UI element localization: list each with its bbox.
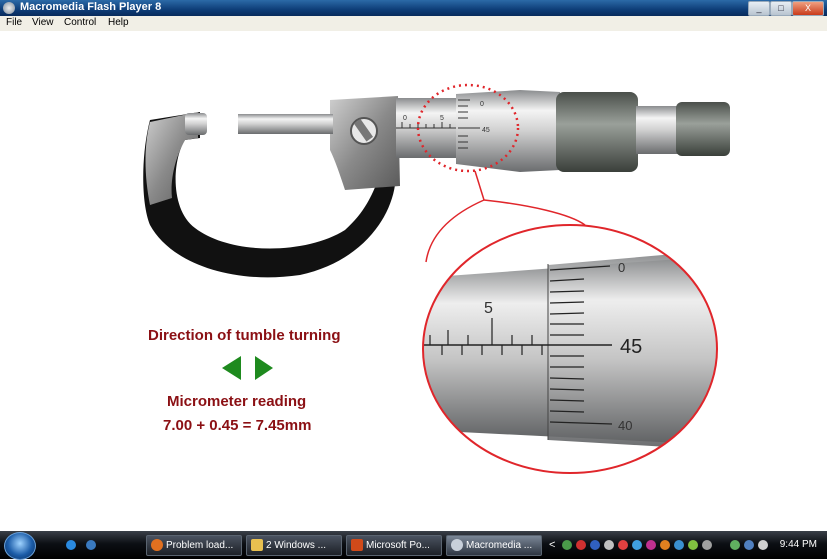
menu-help[interactable]: Help xyxy=(108,17,129,28)
micrometer-illustration: 0 5 0 45 5 0 45 40 xyxy=(143,83,730,474)
ie-icon[interactable] xyxy=(66,540,76,550)
tray-app-icon[interactable] xyxy=(688,540,698,550)
ratchet-knob xyxy=(676,102,730,156)
bluetooth-icon[interactable] xyxy=(632,540,642,550)
tray-app-icon[interactable] xyxy=(646,540,656,550)
tray-app-icon[interactable] xyxy=(702,540,712,550)
tray-app-icon[interactable] xyxy=(660,540,670,550)
tray-network-icon[interactable] xyxy=(562,540,572,550)
window-title: Macromedia Flash Player 8 xyxy=(20,1,162,13)
clock[interactable]: 9:44 PM xyxy=(780,539,817,550)
flash-icon xyxy=(451,539,463,552)
zoom-view: 5 0 45 40 xyxy=(423,225,717,473)
show-desktop-icon[interactable] xyxy=(86,540,96,550)
menu-control[interactable]: Control xyxy=(64,17,96,28)
menu-bar: File View Control Help xyxy=(0,16,827,32)
start-button[interactable] xyxy=(4,532,36,560)
taskbar-item-windows[interactable]: 2 Windows ... xyxy=(246,535,342,556)
tray-app-icon[interactable] xyxy=(618,540,628,550)
zoom-thimble-label-40: 40 xyxy=(618,418,632,433)
taskbar-item-label: Macromedia ... xyxy=(466,540,533,551)
taskbar-item-firefox[interactable]: Problem load... xyxy=(146,535,242,556)
sleeve-label-0: 0 xyxy=(403,115,407,122)
anvil xyxy=(185,113,207,135)
flash-player-icon xyxy=(3,2,15,14)
thimble-knurl xyxy=(556,92,638,172)
spindle xyxy=(238,114,333,134)
maximize-button[interactable]: □ xyxy=(770,1,792,16)
ratchet-shaft xyxy=(636,106,678,154)
tray-antivirus-icon[interactable] xyxy=(576,540,586,550)
reading-value: 7.00 + 0.45 = 7.45mm xyxy=(163,417,312,434)
zoom-thimble-label-45: 45 xyxy=(620,336,642,358)
tray-app-icon[interactable] xyxy=(604,540,614,550)
menu-view[interactable]: View xyxy=(32,17,54,28)
direction-label: Direction of tumble turning xyxy=(148,327,341,344)
tray-app-icon[interactable] xyxy=(590,540,600,550)
zoom-thimble-label-0: 0 xyxy=(618,260,625,275)
tray-expand-button[interactable]: < xyxy=(549,539,555,551)
minimize-button[interactable]: _ xyxy=(748,1,770,16)
thimble-label-0: 0 xyxy=(480,101,484,108)
reading-label: Micrometer reading xyxy=(167,393,307,410)
taskbar-item-label: 2 Windows ... xyxy=(266,540,327,551)
network-icon[interactable] xyxy=(744,540,754,550)
taskbar-item-powerpoint[interactable]: Microsoft Po... xyxy=(346,535,442,556)
tray-app-icon[interactable] xyxy=(730,540,740,550)
volume-icon[interactable] xyxy=(758,540,768,550)
folder-icon xyxy=(251,539,263,552)
taskbar-item-flash[interactable]: Macromedia ... xyxy=(446,535,542,556)
taskbar-item-label: Problem load... xyxy=(166,540,234,551)
zoom-sleeve-label: 5 xyxy=(484,300,493,317)
tray-app-icon[interactable] xyxy=(674,540,684,550)
close-button[interactable]: X xyxy=(792,1,824,16)
taskbar-item-label: Microsoft Po... xyxy=(366,540,430,551)
menu-file[interactable]: File xyxy=(6,17,22,28)
thimble xyxy=(456,90,560,172)
powerpoint-icon xyxy=(351,539,363,552)
thimble-label-45: 45 xyxy=(482,127,490,134)
sleeve-label-5: 5 xyxy=(440,115,444,122)
title-bar: Macromedia Flash Player 8 _ □ X xyxy=(0,0,827,16)
flash-stage: 0 5 0 45 5 0 45 40 Direction of tumble t… xyxy=(0,31,827,531)
taskbar: Problem load... 2 Windows ... Microsoft … xyxy=(0,531,827,560)
arrow-left-icon[interactable] xyxy=(222,356,241,380)
arrow-right-icon[interactable] xyxy=(255,356,273,380)
firefox-icon xyxy=(151,539,163,552)
